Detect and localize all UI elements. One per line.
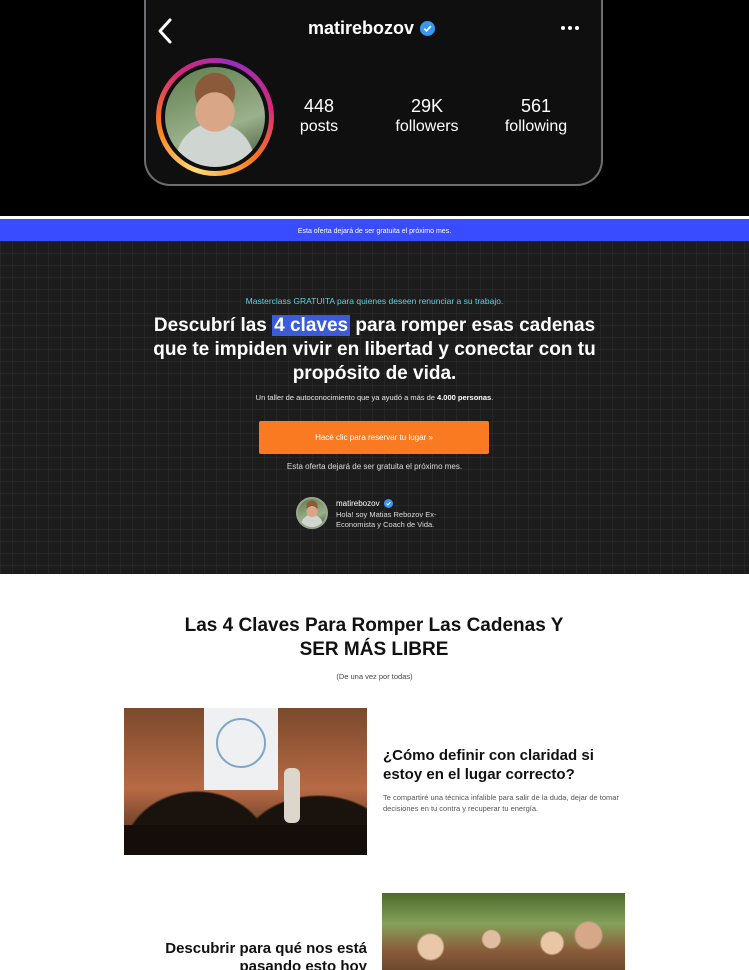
projector-screen: [204, 708, 278, 790]
talk-photo: [124, 708, 367, 855]
verified-badge-icon: [420, 21, 436, 36]
profile-username-row: matirebozov: [308, 18, 436, 39]
stat-posts-value: 448: [303, 96, 335, 116]
stat-following[interactable]: 561 following: [500, 96, 572, 138]
author-bio: Hola! soy Matias Rebozov Ex-Economista y…: [336, 510, 437, 529]
verified-badge-icon: [383, 499, 393, 508]
audience-silhouette: [124, 825, 367, 855]
landing-page: Esta oferta dejará de ser gratuita el pr…: [0, 216, 749, 970]
stat-followers[interactable]: 29K followers: [390, 96, 464, 138]
stat-posts[interactable]: 448 posts: [296, 96, 342, 138]
hero-kicker: Masterclass GRATUITA para quienes deseen…: [245, 296, 504, 306]
section-subtitle: (De una vez por todas): [336, 672, 413, 681]
group-photo: [382, 893, 625, 970]
instagram-profile-header: matirebozov 448 posts 29K followers 561 …: [0, 0, 749, 216]
hero-subtitle-end: .: [491, 393, 494, 402]
profile-username: matirebozov: [308, 18, 415, 38]
stat-posts-label: posts: [299, 118, 339, 135]
hero-subtitle-text: Un taller de autoconocimiento que ya ayu…: [255, 393, 438, 402]
author-name-row: matirebozov: [336, 499, 456, 508]
key-1-question: ¿Cómo definir con claridad si estoy en e…: [383, 747, 594, 783]
author-name: matirebozov: [336, 499, 380, 508]
stat-following-label: following: [504, 118, 568, 135]
stat-followers-label: followers: [395, 118, 459, 135]
section-title: Las 4 Claves Para Romper Las Cadenas Y S…: [184, 615, 564, 660]
hero-title-start: Descubrí las: [153, 315, 273, 336]
stat-following-value: 561: [520, 96, 552, 116]
wheel-diagram: [216, 718, 266, 768]
hero-subtitle: Un taller de autoconocimiento que ya ayu…: [0, 393, 749, 402]
hero-section: Masterclass GRATUITA para quienes deseen…: [0, 241, 749, 574]
instagram-card: matirebozov 448 posts 29K followers 561 …: [144, 0, 603, 186]
offer-note: Esta oferta dejará de ser gratuita el pr…: [286, 462, 463, 471]
keys-section: Las 4 Claves Para Romper Las Cadenas Y S…: [0, 574, 749, 970]
offer-banner: Esta oferta dejará de ser gratuita el pr…: [0, 216, 749, 241]
hero-subtitle-bold: 4.000 personas: [437, 393, 492, 402]
back-arrow-icon[interactable]: [156, 16, 176, 46]
speaker-figure: [284, 768, 300, 823]
key-2-question: Descubrir para qué nos está pasando esto…: [165, 940, 367, 970]
author-block: matirebozov Hola! soy Matias Rebozov Ex-…: [296, 497, 456, 530]
key-1-description: Te compartiré una técnica infalible para…: [383, 793, 619, 813]
more-options-icon[interactable]: [559, 18, 581, 38]
author-avatar: [296, 497, 328, 529]
hero-title-highlight: 4 claves: [272, 315, 351, 336]
profile-avatar-ring[interactable]: [156, 58, 274, 176]
hero-title: Descubrí las 4 claves para romper esas c…: [150, 314, 599, 386]
reserve-spot-button[interactable]: Hacé clic para reservar tu lugar »: [259, 421, 489, 454]
stat-followers-value: 29K: [410, 96, 444, 116]
profile-avatar: [165, 67, 265, 167]
